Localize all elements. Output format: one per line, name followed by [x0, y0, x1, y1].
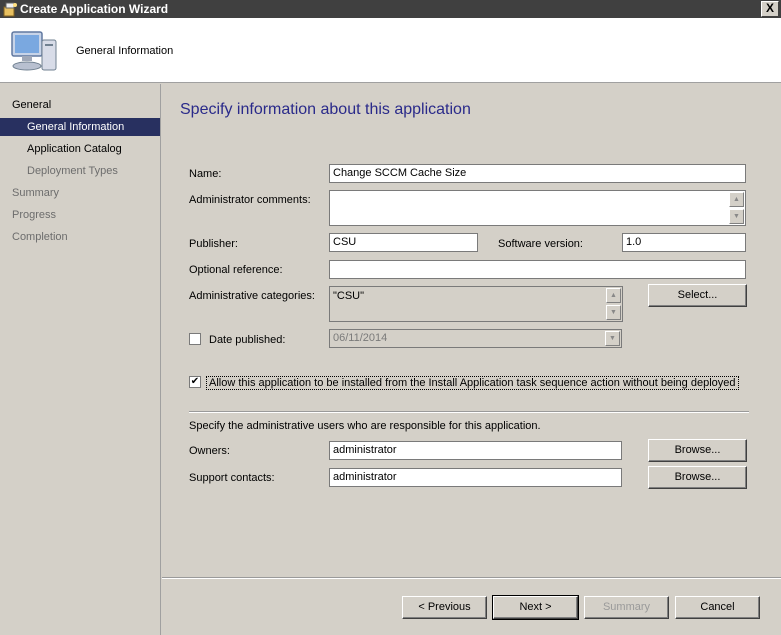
- owners-input[interactable]: administrator: [329, 441, 622, 460]
- header-title: General Information: [76, 45, 174, 57]
- sidebar-item-application-catalog[interactable]: Application Catalog: [0, 140, 160, 158]
- publisher-input[interactable]: CSU: [329, 233, 478, 252]
- computer-icon: [11, 31, 57, 71]
- date-published-value: 06/11/2014: [333, 332, 388, 344]
- owners-intro-text: Specify the administrative users who are…: [189, 420, 541, 432]
- scroll-up-icon[interactable]: ▲: [606, 288, 621, 303]
- date-published-picker[interactable]: 06/11/2014 ▼: [329, 329, 622, 348]
- sidebar-item-deployment-types[interactable]: Deployment Types: [0, 162, 160, 180]
- summary-button[interactable]: Summary: [584, 596, 669, 619]
- software-version-label: Software version:: [498, 238, 583, 250]
- scroll-up-icon[interactable]: ▲: [729, 192, 744, 207]
- browse-support-contacts-button[interactable]: Browse...: [648, 466, 747, 489]
- next-button[interactable]: Next >: [492, 595, 579, 620]
- chevron-down-icon[interactable]: ▼: [605, 331, 620, 346]
- allow-task-sequence-checkbox[interactable]: ✔: [189, 376, 201, 388]
- admin-categories-label: Administrative categories:: [189, 290, 315, 302]
- window-title: Create Application Wizard: [20, 2, 169, 16]
- admin-comments-input[interactable]: ▲ ▼: [329, 190, 746, 226]
- support-contacts-label: Support contacts:: [189, 472, 275, 484]
- browse-owners-button[interactable]: Browse...: [648, 439, 747, 462]
- name-label: Name:: [189, 168, 222, 180]
- support-contacts-input[interactable]: administrator: [329, 468, 622, 487]
- admin-categories-text: "CSU": [333, 290, 365, 302]
- sidebar-item-general[interactable]: General: [0, 96, 160, 114]
- software-version-input[interactable]: 1.0: [622, 233, 746, 252]
- sidebar-item-general-information[interactable]: General Information: [0, 118, 160, 136]
- close-icon: X: [765, 1, 774, 15]
- previous-button[interactable]: < Previous: [402, 596, 487, 619]
- optional-reference-label: Optional reference:: [189, 264, 283, 276]
- name-input[interactable]: Change SCCM Cache Size: [329, 164, 746, 183]
- sidebar-item-summary[interactable]: Summary: [0, 184, 160, 202]
- scroll-down-icon[interactable]: ▼: [606, 305, 621, 320]
- section-divider: [189, 411, 749, 413]
- publisher-label: Publisher:: [189, 238, 238, 250]
- wizard-steps-sidebar: General General Information Application …: [0, 84, 161, 635]
- allow-task-sequence-label: Allow this application to be installed f…: [206, 376, 739, 390]
- page-heading: Specify information about this applicati…: [180, 101, 471, 118]
- admin-categories-list[interactable]: "CSU" ▲ ▼: [329, 286, 623, 322]
- title-bar: Create Application Wizard X: [0, 0, 781, 18]
- date-published-checkbox[interactable]: [189, 333, 201, 345]
- admin-categories-scrollbar[interactable]: ▲ ▼: [606, 288, 621, 320]
- footer-divider: [162, 577, 781, 579]
- scroll-down-icon[interactable]: ▼: [729, 209, 744, 224]
- sidebar-item-progress[interactable]: Progress: [0, 206, 160, 224]
- admin-comments-scrollbar[interactable]: ▲ ▼: [729, 192, 744, 224]
- cancel-button[interactable]: Cancel: [675, 596, 760, 619]
- date-published-label: Date published:: [209, 334, 286, 346]
- wizard-header: General Information: [0, 18, 781, 83]
- sidebar-item-completion[interactable]: Completion: [0, 228, 160, 246]
- admin-comments-label: Administrator comments:: [189, 194, 311, 206]
- close-button[interactable]: X: [761, 1, 779, 17]
- wizard-icon: [3, 2, 17, 17]
- main-panel: Specify information about this applicati…: [162, 84, 781, 635]
- select-categories-button[interactable]: Select...: [648, 284, 747, 307]
- owners-label: Owners:: [189, 445, 230, 457]
- optional-reference-input[interactable]: [329, 260, 746, 279]
